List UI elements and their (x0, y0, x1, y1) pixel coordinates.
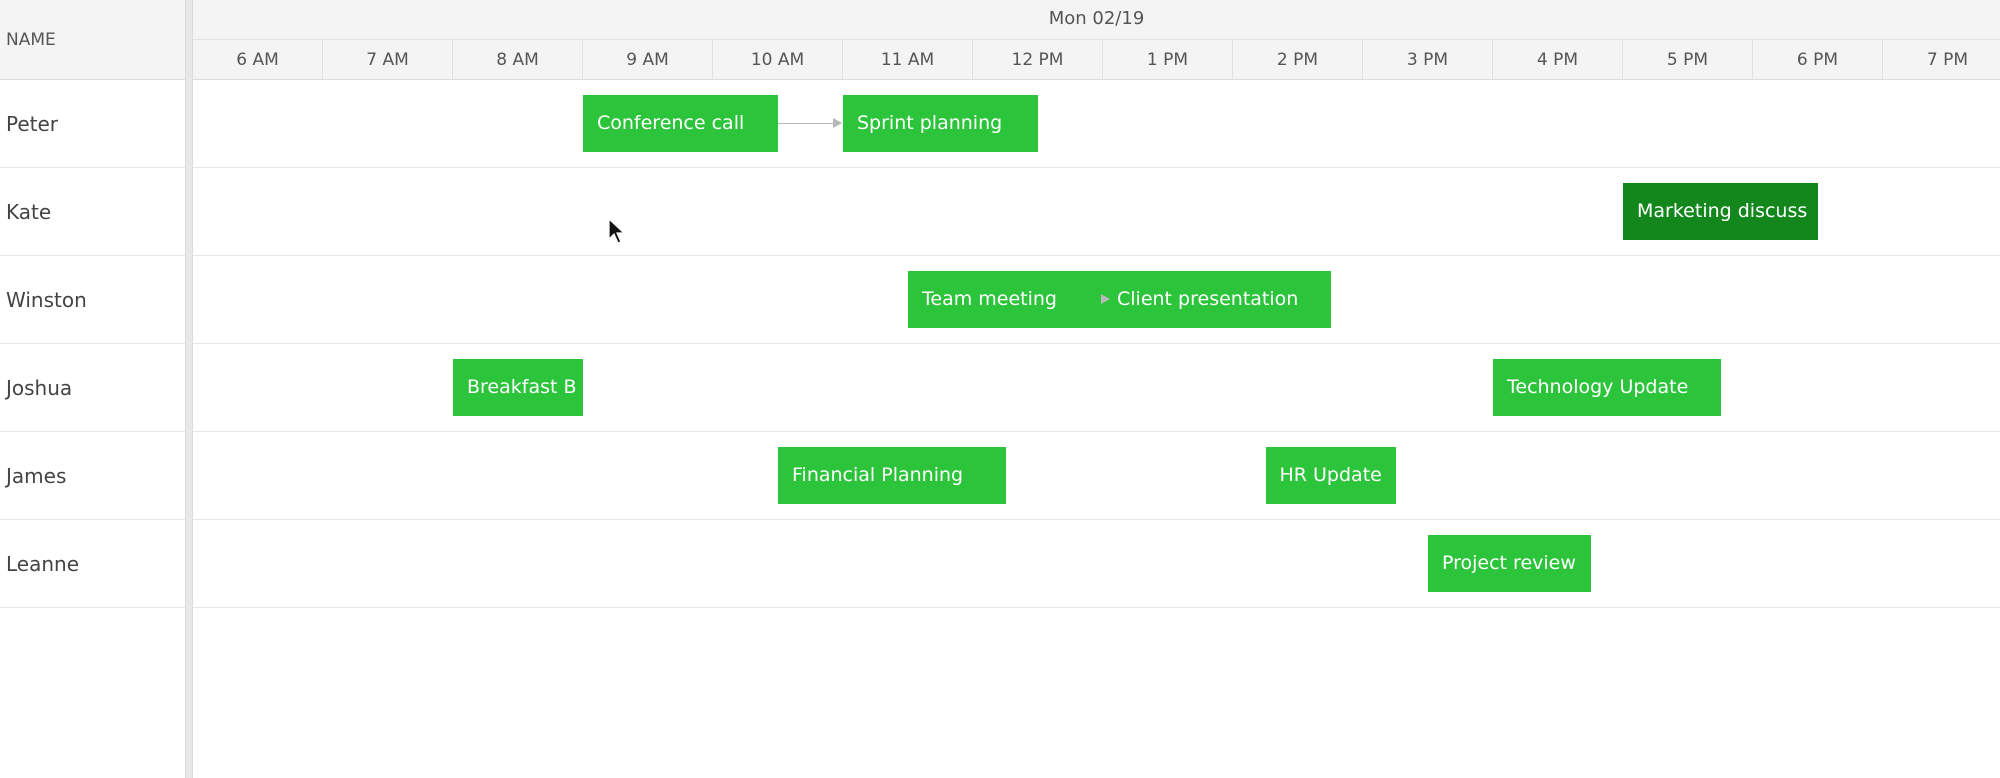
hour-cell: 1 PM (1103, 40, 1233, 80)
hour-label: 11 AM (880, 50, 935, 70)
event-technology-update[interactable]: Technology Update (1493, 359, 1721, 416)
timeline-row-peter[interactable]: Conference call Sprint planning (193, 80, 2000, 168)
hour-cell: 6 PM (1753, 40, 1883, 80)
event-marketing-discuss[interactable]: Marketing discuss (1623, 183, 1818, 240)
hour-cell: 7 AM (323, 40, 453, 80)
hour-label: 8 AM (496, 50, 539, 70)
hour-label: 10 AM (750, 50, 805, 70)
resource-name: Peter (6, 112, 59, 136)
hour-label: 7 PM (1926, 50, 1969, 70)
event-client-presentation[interactable]: Client presentation (1103, 271, 1331, 328)
event-label: Client presentation (1117, 288, 1299, 310)
hour-label: 6 AM (236, 50, 279, 70)
timeline-header: Mon 02/19 6 AM 7 AM 8 AM 9 AM 10 AM 11 AM 12 P… (193, 0, 2000, 80)
event-hr-update[interactable]: HR Update (1265, 447, 1396, 504)
hour-label: 6 PM (1796, 50, 1839, 70)
dependency-arrow-icon (1101, 294, 1110, 304)
event-sprint-planning[interactable]: Sprint planning (843, 95, 1038, 152)
hour-label: 9 AM (626, 50, 669, 70)
hour-cell: 10 AM (713, 40, 843, 80)
hour-label: 4 PM (1536, 50, 1579, 70)
hour-label: 2 PM (1276, 50, 1319, 70)
name-column-header: NAME (6, 30, 56, 50)
hour-cell: 8 AM (453, 40, 583, 80)
hour-cell: 2 PM (1233, 40, 1363, 80)
event-financial-planning[interactable]: Financial Planning (778, 447, 1006, 504)
timeline-row-leanne[interactable]: Project review (193, 520, 2000, 608)
event-label: Breakfast B (467, 376, 577, 398)
hour-cell: 7 PM (1883, 40, 2000, 80)
event-label: Sprint planning (857, 112, 1003, 134)
resource-name: Leanne (6, 552, 80, 576)
hour-label: 3 PM (1406, 50, 1449, 70)
timeline-row-james[interactable]: Financial Planning HR Update (193, 432, 2000, 520)
resource-row-winston[interactable]: Winston (0, 256, 185, 344)
hour-label: 1 PM (1146, 50, 1189, 70)
resource-row-joshua[interactable]: Joshua (0, 344, 185, 432)
dependency-arrow-icon (778, 118, 842, 128)
hour-cell: 9 AM (583, 40, 713, 80)
resource-name: Kate (6, 200, 52, 224)
event-label: Technology Update (1507, 376, 1689, 398)
event-breakfast-b[interactable]: Breakfast B (453, 359, 583, 416)
resource-name: Joshua (6, 376, 73, 400)
hour-cell: 6 AM (193, 40, 323, 80)
resource-name: Winston (6, 288, 87, 312)
hour-label: 7 AM (366, 50, 409, 70)
date-header: Mon 02/19 (193, 0, 2000, 40)
resource-column-header[interactable]: NAME (0, 0, 185, 80)
resource-row-peter[interactable]: Peter (0, 80, 185, 168)
hour-cell: 3 PM (1363, 40, 1493, 80)
timeline-row-winston[interactable]: Team meeting Client presentation (193, 256, 2000, 344)
event-conference-call[interactable]: Conference call (583, 95, 778, 152)
timeline-row-joshua[interactable]: Breakfast B Technology Update (193, 344, 2000, 432)
event-label: Project review (1442, 552, 1576, 574)
event-label: Marketing discuss (1637, 200, 1808, 222)
event-team-meeting[interactable]: Team meeting (908, 271, 1103, 328)
date-label: Mon 02/19 (1048, 8, 1145, 29)
event-label: Financial Planning (792, 464, 964, 486)
resource-column: NAME Peter Kate Winston Joshua James Leanne (0, 0, 185, 778)
hour-cell: 12 PM (973, 40, 1103, 80)
hour-header-row: 6 AM 7 AM 8 AM 9 AM 10 AM 11 AM 12 PM 1 PM 2 PM 3… (193, 40, 2000, 80)
resource-row-leanne[interactable]: Leanne (0, 520, 185, 608)
event-project-review[interactable]: Project review (1428, 535, 1591, 592)
timeline-row-kate[interactable]: Marketing discuss (193, 168, 2000, 256)
resource-row-kate[interactable]: Kate (0, 168, 185, 256)
column-splitter[interactable] (185, 0, 193, 778)
hour-label: 12 PM (1011, 50, 1064, 70)
event-label: Conference call (597, 112, 745, 134)
resource-row-james[interactable]: James (0, 432, 185, 520)
event-label: Team meeting (922, 288, 1057, 310)
hour-cell: 4 PM (1493, 40, 1623, 80)
resource-name: James (6, 464, 67, 488)
mouse-pointer-icon (608, 218, 626, 244)
scheduler: NAME Peter Kate Winston Joshua James Leanne M… (0, 0, 2000, 778)
event-label: HR Update (1279, 464, 1382, 486)
hour-cell: 11 AM (843, 40, 973, 80)
hour-label: 5 PM (1666, 50, 1709, 70)
hour-cell: 5 PM (1623, 40, 1753, 80)
timeline: Mon 02/19 6 AM 7 AM 8 AM 9 AM 10 AM 11 AM 12 P… (193, 0, 2000, 778)
